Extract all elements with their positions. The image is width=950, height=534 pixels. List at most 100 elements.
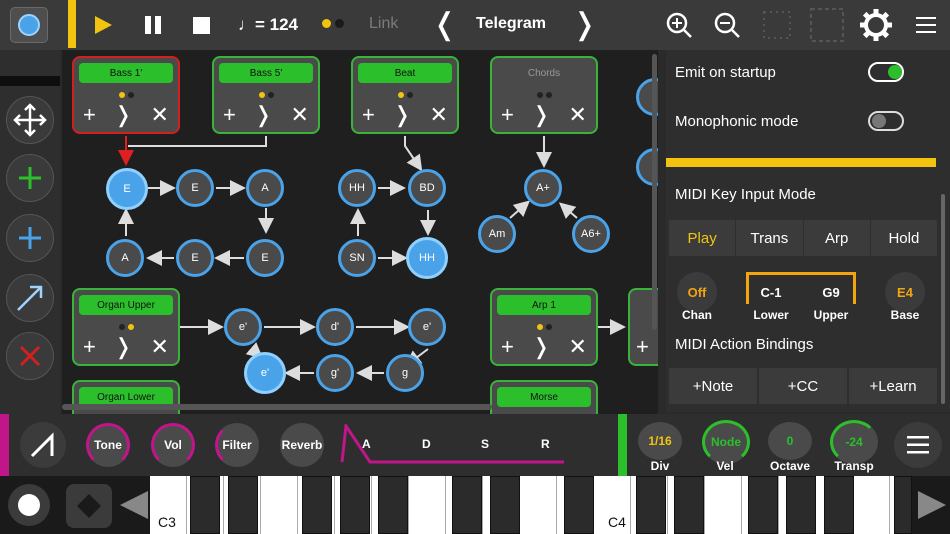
mode-arp-button[interactable]: Arp xyxy=(803,220,870,256)
piano-black-key[interactable] xyxy=(378,476,408,534)
monophonic-mode-toggle[interactable] xyxy=(868,111,904,131)
card-title[interactable]: Arp 1 xyxy=(497,295,591,315)
piano-black-key[interactable] xyxy=(490,476,520,534)
delete-tool-button[interactable] xyxy=(6,332,54,380)
note-node[interactable]: g xyxy=(386,354,424,392)
note-node[interactable]: E xyxy=(176,239,214,277)
add-button[interactable]: + xyxy=(636,334,649,360)
upper-value[interactable]: G9 xyxy=(801,285,861,300)
piano-black-key[interactable] xyxy=(748,476,778,534)
piano-black-key[interactable] xyxy=(564,476,594,534)
add-button[interactable]: + xyxy=(501,334,514,360)
piano-black-key[interactable] xyxy=(190,476,220,534)
chord-node[interactable]: A+ xyxy=(524,169,562,207)
piano-black-key[interactable] xyxy=(636,476,666,534)
sequencer-card[interactable]: Morse xyxy=(490,380,598,414)
vertical-scrollbar[interactable] xyxy=(652,54,657,330)
beat-node[interactable]: BD xyxy=(408,169,446,207)
tempo-display[interactable]: ♩= 124 xyxy=(238,0,298,50)
node-canvas[interactable]: Bass 1' + ❭ ✕ Bass 5' + ❭ ✕ Beat + ❭ ✕ Chords … xyxy=(62,50,658,414)
note-node[interactable]: E xyxy=(106,168,148,210)
note-node[interactable]: g' xyxy=(316,354,354,392)
next-button[interactable]: ❭ xyxy=(114,102,132,128)
division-knob[interactable]: 1/16 xyxy=(638,422,682,460)
next-button[interactable]: ❭ xyxy=(114,334,132,360)
piano-black-key[interactable] xyxy=(302,476,332,534)
velocity-knob[interactable]: Node xyxy=(702,420,750,464)
add-button[interactable]: + xyxy=(223,102,236,128)
card-title[interactable]: Morse xyxy=(497,387,591,407)
play-button[interactable] xyxy=(88,0,118,50)
volume-knob[interactable]: Vol xyxy=(151,423,195,467)
octave-down-button[interactable] xyxy=(120,491,148,519)
note-node[interactable]: d' xyxy=(316,308,354,346)
note-node[interactable]: e' xyxy=(224,308,262,346)
chord-node[interactable]: A6+ xyxy=(572,215,610,253)
card-title[interactable]: Beat xyxy=(358,63,452,83)
sequencer-card[interactable]: Bass 1' + ❭ ✕ xyxy=(72,56,180,134)
piano-black-key[interactable] xyxy=(894,476,912,534)
filter-knob[interactable]: Filter xyxy=(215,423,259,467)
link-button[interactable]: Link xyxy=(369,15,398,33)
stop-button[interactable] xyxy=(188,0,214,50)
tone-knob[interactable]: Tone xyxy=(86,423,130,467)
mode-hold-button[interactable]: Hold xyxy=(870,220,937,256)
note-node[interactable]: E xyxy=(176,169,214,207)
note-node[interactable]: A xyxy=(106,239,144,277)
close-button[interactable]: ✕ xyxy=(429,102,447,128)
add-green-node-button[interactable] xyxy=(6,154,54,202)
connect-tool-button[interactable] xyxy=(6,274,54,322)
sequencer-card[interactable]: Organ Upper + ❭ ✕ xyxy=(72,288,180,366)
card-title[interactable]: Organ Upper xyxy=(79,295,173,315)
menu-button[interactable] xyxy=(912,0,940,50)
app-logo-button[interactable] xyxy=(10,7,48,43)
chord-node[interactable]: Am xyxy=(478,215,516,253)
close-button[interactable]: ✕ xyxy=(150,334,168,360)
add-button[interactable]: + xyxy=(362,102,375,128)
waveform-button[interactable] xyxy=(20,422,66,468)
close-button[interactable]: ✕ xyxy=(290,102,308,128)
adsr-decay-label[interactable]: D xyxy=(422,437,431,451)
move-tool-button[interactable] xyxy=(6,96,54,144)
card-title[interactable]: Bass 1' xyxy=(79,63,173,83)
lower-value[interactable]: C-1 xyxy=(741,285,801,300)
note-node[interactable]: e' xyxy=(408,308,446,346)
piano-key[interactable] xyxy=(853,476,890,534)
next-button[interactable]: ❭ xyxy=(254,102,272,128)
zoom-in-button[interactable] xyxy=(664,0,694,50)
reverb-knob[interactable]: Reverb xyxy=(280,423,324,467)
mode-trans-button[interactable]: Trans xyxy=(736,220,803,256)
octave-up-button[interactable] xyxy=(918,491,946,519)
beat-node[interactable]: HH xyxy=(406,237,448,279)
piano-black-key[interactable] xyxy=(824,476,854,534)
adsr-attack-label[interactable]: A xyxy=(362,437,371,451)
adsr-release-label[interactable]: R xyxy=(541,437,550,451)
settings-scrollbar[interactable] xyxy=(941,194,945,404)
add-button[interactable]: + xyxy=(83,334,96,360)
next-song-button[interactable]: ❭ xyxy=(572,0,597,50)
select-grid-button[interactable] xyxy=(762,0,792,50)
sustain-button[interactable] xyxy=(66,484,112,528)
add-note-binding-button[interactable]: +Note xyxy=(669,368,757,404)
piano-key[interactable] xyxy=(520,476,557,534)
note-node[interactable]: e' xyxy=(244,352,286,394)
piano-black-key[interactable] xyxy=(452,476,482,534)
card-title[interactable]: Chords xyxy=(497,63,591,83)
adsr-envelope[interactable] xyxy=(340,424,568,464)
add-button[interactable]: + xyxy=(501,102,514,128)
channel-button[interactable]: Off xyxy=(677,272,717,312)
beat-node[interactable]: SN xyxy=(338,239,376,277)
piano-black-key[interactable] xyxy=(786,476,816,534)
add-cc-binding-button[interactable]: +CC xyxy=(759,368,847,404)
sequencer-card[interactable]: Bass 5' + ❭ ✕ xyxy=(212,56,320,134)
previous-song-button[interactable]: ❬ xyxy=(432,0,457,50)
mode-play-button[interactable]: Play xyxy=(669,220,736,256)
select-box-button[interactable] xyxy=(810,0,844,50)
horizontal-scrollbar[interactable] xyxy=(62,404,492,410)
song-title[interactable]: Telegram xyxy=(460,15,562,33)
add-learn-binding-button[interactable]: +Learn xyxy=(849,368,937,404)
zoom-out-button[interactable] xyxy=(712,0,742,50)
add-button[interactable]: + xyxy=(83,102,96,128)
base-note-button[interactable]: E4 xyxy=(885,272,925,312)
piano-black-key[interactable] xyxy=(228,476,258,534)
